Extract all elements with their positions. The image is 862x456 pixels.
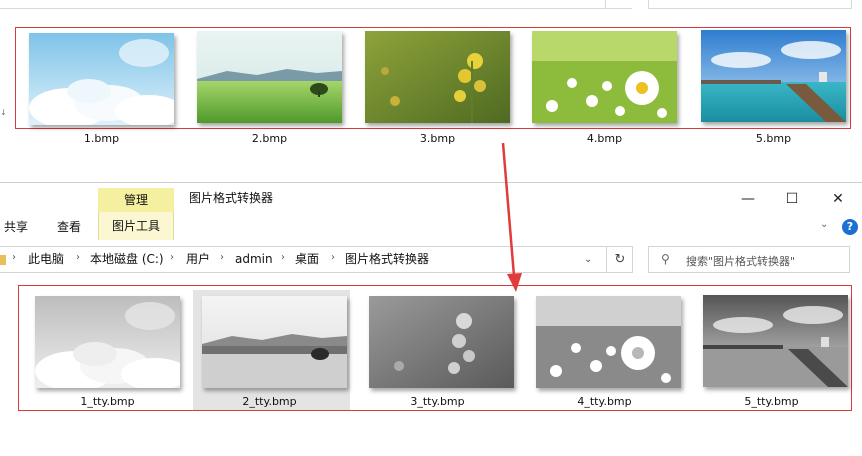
chevron-right-icon[interactable]: ›	[220, 252, 224, 263]
yellow-flowers-grayscale-image	[369, 296, 514, 388]
sky-clouds-grayscale-image	[35, 296, 180, 388]
search-placeholder: 搜索"图片格式转换器"	[686, 255, 796, 268]
green-field-image	[197, 31, 342, 123]
chevron-right-icon[interactable]: ›	[76, 252, 80, 263]
daisies-image	[532, 31, 677, 123]
chevron-down-icon[interactable]: ⌄	[584, 254, 592, 265]
file-thumbnail-4-tty[interactable]	[536, 296, 681, 388]
top-explorer-window: ↓ 1.bmp 2.bmp 3.bmp 4.bmp 5.bmp	[0, 0, 862, 180]
file-thumbnail-5-tty[interactable]	[703, 295, 848, 387]
maximize-button[interactable]: ☐	[770, 189, 814, 209]
file-thumbnail-2-tty[interactable]	[202, 296, 347, 388]
file-name[interactable]: 2.bmp	[197, 132, 342, 146]
top-address-bar[interactable]	[0, 0, 632, 9]
folder-icon	[0, 255, 6, 265]
tab-manage[interactable]: 管理	[98, 188, 174, 212]
tab-share[interactable]: 共享	[4, 220, 28, 234]
yellow-flowers-image	[365, 31, 510, 123]
breadcrumb-desktop[interactable]: 桌面	[295, 252, 319, 266]
chevron-right-icon[interactable]: ›	[170, 252, 174, 263]
file-name[interactable]: 4.bmp	[532, 132, 677, 146]
chevron-right-icon[interactable]: ›	[281, 252, 285, 263]
chevron-right-icon[interactable]: ›	[12, 252, 16, 263]
top-search-box[interactable]	[648, 0, 852, 9]
file-thumbnail-1[interactable]	[29, 33, 174, 125]
file-thumbnail-4[interactable]	[532, 31, 677, 123]
search-icon: ⚲	[661, 252, 670, 266]
breadcrumb-users[interactable]: 用户	[186, 252, 210, 266]
file-name[interactable]: 3.bmp	[365, 132, 510, 146]
file-name[interactable]: 3_tty.bmp	[365, 395, 510, 409]
refresh-icon[interactable]: ↻	[606, 247, 633, 272]
tab-view[interactable]: 查看	[57, 220, 81, 234]
breadcrumb-local-disk[interactable]: 本地磁盘 (C:)	[90, 252, 164, 266]
close-button[interactable]: ✕	[816, 189, 860, 209]
file-name[interactable]: 1.bmp	[29, 132, 174, 146]
sky-clouds-image	[29, 33, 174, 125]
file-thumbnail-1-tty[interactable]	[35, 296, 180, 388]
breadcrumb-this-pc[interactable]: 此电脑	[28, 252, 64, 266]
tab-picture-tools[interactable]: 图片工具	[98, 212, 174, 240]
file-name[interactable]: 5.bmp	[701, 132, 846, 146]
green-field-grayscale-image	[202, 296, 347, 388]
chevron-down-icon[interactable]: ⌄	[820, 219, 828, 230]
daisies-grayscale-image	[536, 296, 681, 388]
file-thumbnail-5[interactable]	[701, 30, 846, 122]
file-name[interactable]: 2_tty.bmp	[197, 395, 342, 409]
chevron-right-icon[interactable]: ›	[331, 252, 335, 263]
file-name[interactable]: 4_tty.bmp	[532, 395, 677, 409]
breadcrumb-admin[interactable]: admin	[235, 252, 273, 266]
file-thumbnail-3[interactable]	[365, 31, 510, 123]
minimize-button[interactable]: —	[726, 189, 770, 209]
window-title: 图片格式转换器	[189, 191, 274, 205]
breadcrumb-current-folder[interactable]: 图片格式转换器	[345, 252, 429, 266]
file-thumbnail-2[interactable]	[197, 31, 342, 123]
file-thumbnail-3-tty[interactable]	[369, 296, 514, 388]
file-name[interactable]: 1_tty.bmp	[35, 395, 180, 409]
help-icon[interactable]: ?	[842, 219, 858, 235]
file-name[interactable]: 5_tty.bmp	[699, 395, 844, 409]
sea-pier-image	[701, 30, 846, 122]
left-edge-mark: ↓	[0, 108, 7, 117]
sea-pier-grayscale-image	[703, 295, 848, 387]
